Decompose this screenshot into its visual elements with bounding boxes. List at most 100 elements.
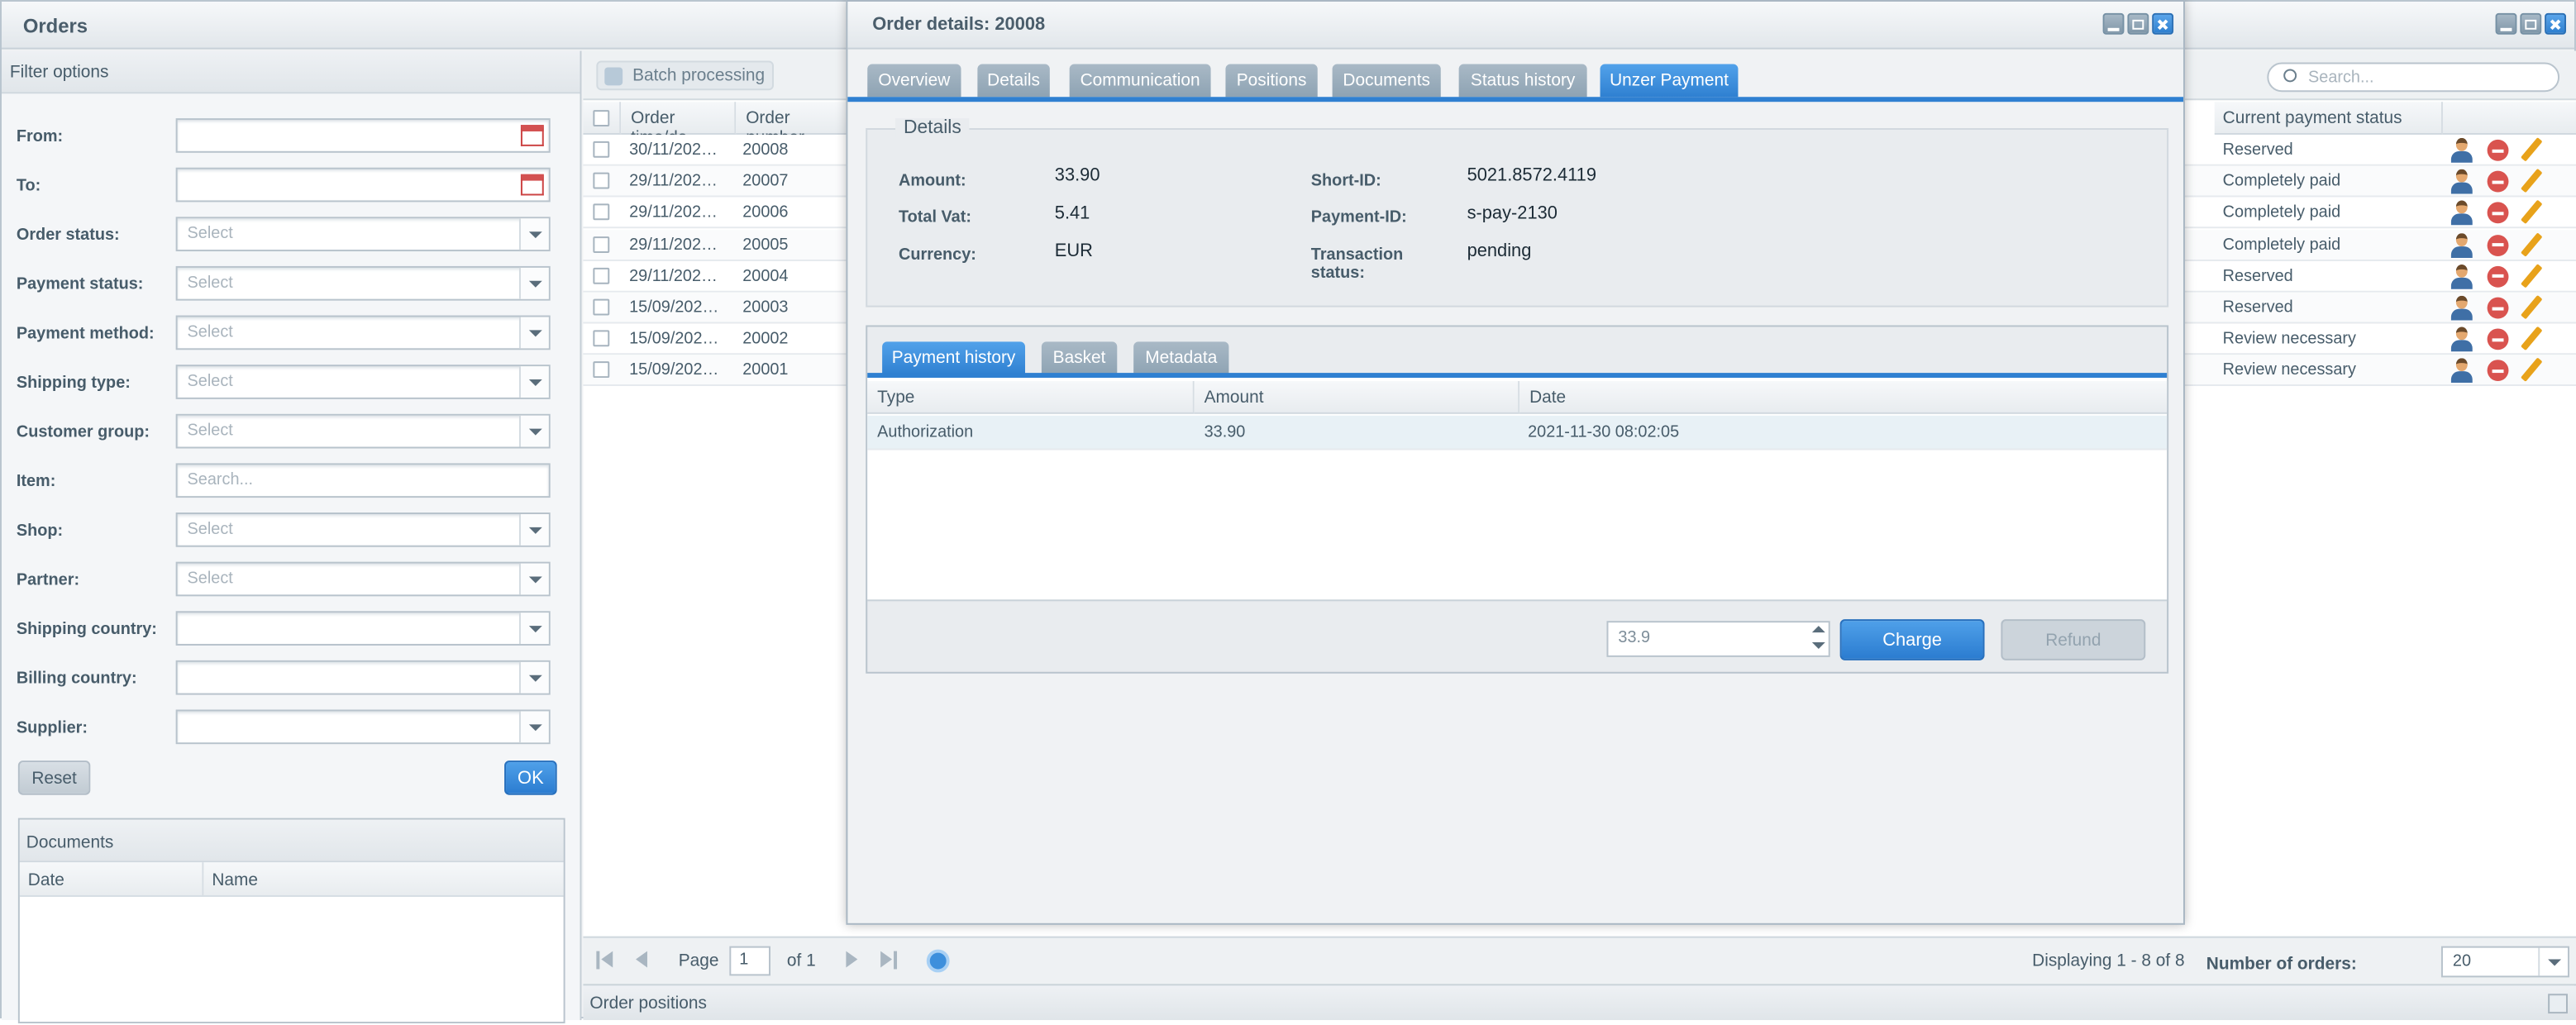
batch-processing-button[interactable]: Batch processing (596, 60, 774, 91)
edit-icon[interactable] (2521, 263, 2543, 288)
chevron-down-icon[interactable] (518, 366, 549, 398)
edit-icon[interactable] (2521, 169, 2543, 193)
tab-unzer-payment[interactable]: Unzer Payment (1600, 64, 1739, 98)
order-status-field[interactable]: Select (175, 217, 551, 252)
modal-close-button[interactable] (2152, 12, 2174, 35)
chevron-down-icon[interactable] (518, 218, 549, 250)
billing-country-field[interactable] (175, 660, 551, 695)
maximize-button[interactable] (2520, 12, 2542, 35)
tab-communication[interactable]: Communication (1069, 64, 1211, 98)
documents-column-date[interactable]: Date (19, 862, 204, 898)
user-icon[interactable] (2450, 201, 2473, 226)
user-icon[interactable] (2450, 137, 2473, 163)
column-order-time[interactable]: Order time/da (621, 102, 737, 148)
delete-icon[interactable] (2487, 171, 2509, 193)
charge-button[interactable]: Charge (1839, 619, 1985, 660)
from-field[interactable] (175, 118, 551, 153)
shipping-type-field[interactable]: Select (175, 365, 551, 399)
page-input[interactable]: 1 (729, 946, 770, 976)
sub-tab-basket[interactable]: Basket (1041, 341, 1118, 375)
history-column-date[interactable]: Date (1519, 381, 2168, 414)
close-button[interactable] (2545, 12, 2567, 35)
edit-icon[interactable] (2521, 231, 2543, 257)
next-page-icon[interactable] (846, 951, 858, 968)
refund-button[interactable]: Refund (2001, 619, 2146, 660)
modal-titlebar[interactable]: Order details: 20008 (847, 1, 2183, 50)
edit-icon[interactable] (2521, 358, 2543, 383)
user-icon[interactable] (2450, 232, 2473, 258)
user-icon[interactable] (2450, 327, 2473, 352)
delete-icon[interactable] (2487, 360, 2509, 382)
column-order-number[interactable]: Order number (736, 102, 852, 148)
user-icon[interactable] (2450, 264, 2473, 289)
chevron-down-icon[interactable] (518, 563, 549, 595)
calendar-icon[interactable] (520, 125, 544, 146)
payment-status-field[interactable]: Select (175, 265, 551, 301)
supplier-field[interactable] (175, 709, 551, 745)
chevron-down-icon[interactable] (518, 415, 549, 447)
row-checkbox[interactable] (593, 204, 610, 222)
first-page-icon[interactable] (596, 951, 600, 970)
refresh-icon[interactable] (926, 949, 950, 973)
orders-per-page-select[interactable]: 20 (2440, 946, 2569, 978)
row-checkbox[interactable] (593, 267, 610, 284)
search-input[interactable]: Search... (2267, 62, 2560, 93)
documents-column-name[interactable]: Name (203, 862, 564, 898)
tab-documents[interactable]: Documents (1332, 64, 1441, 98)
select-all-checkbox[interactable] (593, 110, 610, 127)
reset-button[interactable]: Reset (17, 760, 91, 795)
item-field[interactable]: Search... (175, 463, 551, 498)
shop-field[interactable]: Select (175, 512, 551, 547)
increment-icon[interactable] (1811, 626, 1825, 633)
delete-icon[interactable] (2487, 297, 2509, 319)
delete-icon[interactable] (2487, 265, 2509, 288)
sub-tab-metadata[interactable]: Metadata (1133, 341, 1229, 375)
history-row[interactable]: Authorization 33.90 2021-11-30 08:02:05 (867, 415, 2168, 451)
column-payment-status[interactable]: Current payment status (2214, 102, 2443, 135)
chevron-down-icon[interactable] (518, 317, 549, 349)
chevron-down-icon[interactable] (518, 613, 549, 644)
delete-icon[interactable] (2487, 328, 2509, 350)
tab-overview[interactable]: Overview (867, 64, 961, 98)
first-page-arrow[interactable] (601, 951, 613, 968)
calendar-icon[interactable] (520, 174, 544, 196)
prev-page-icon[interactable] (636, 951, 647, 968)
chevron-down-icon[interactable] (518, 711, 549, 743)
row-checkbox[interactable] (593, 141, 610, 158)
modal-maximize-button[interactable] (2127, 12, 2149, 35)
user-icon[interactable] (2450, 295, 2473, 321)
sub-tab-payment-history[interactable]: Payment history (882, 341, 1026, 375)
row-checkbox[interactable] (593, 236, 610, 253)
charge-amount-input[interactable]: 33.9 (1606, 621, 1830, 657)
tab-status-history[interactable]: Status history (1458, 64, 1587, 98)
modal-minimize-button[interactable] (2102, 12, 2125, 35)
delete-icon[interactable] (2487, 203, 2509, 225)
chevron-down-icon[interactable] (518, 513, 549, 546)
minimize-button[interactable] (2495, 12, 2517, 35)
history-column-type[interactable]: Type (867, 381, 1195, 414)
decrement-icon[interactable] (1811, 641, 1825, 649)
delete-icon[interactable] (2487, 139, 2509, 161)
to-field[interactable] (175, 167, 551, 203)
user-icon[interactable] (2450, 358, 2473, 384)
shipping-country-field[interactable] (175, 611, 551, 646)
tab-details[interactable]: Details (977, 64, 1050, 98)
row-checkbox[interactable] (593, 330, 610, 347)
chevron-down-icon[interactable] (2538, 947, 2568, 976)
last-page-icon[interactable] (894, 951, 898, 970)
last-page-arrow[interactable] (880, 951, 893, 968)
select-all-header[interactable] (583, 102, 622, 135)
tab-positions[interactable]: Positions (1225, 64, 1318, 98)
edit-icon[interactable] (2521, 200, 2543, 225)
chevron-down-icon[interactable] (518, 267, 549, 299)
collapse-icon[interactable] (2548, 994, 2568, 1014)
user-icon[interactable] (2450, 169, 2473, 194)
partner-field[interactable]: Select (175, 561, 551, 597)
edit-icon[interactable] (2521, 327, 2543, 351)
row-checkbox[interactable] (593, 361, 610, 379)
ok-button[interactable]: OK (504, 760, 557, 795)
edit-icon[interactable] (2521, 294, 2543, 320)
row-checkbox[interactable] (593, 173, 610, 189)
delete-icon[interactable] (2487, 234, 2509, 256)
row-checkbox[interactable] (593, 298, 610, 316)
